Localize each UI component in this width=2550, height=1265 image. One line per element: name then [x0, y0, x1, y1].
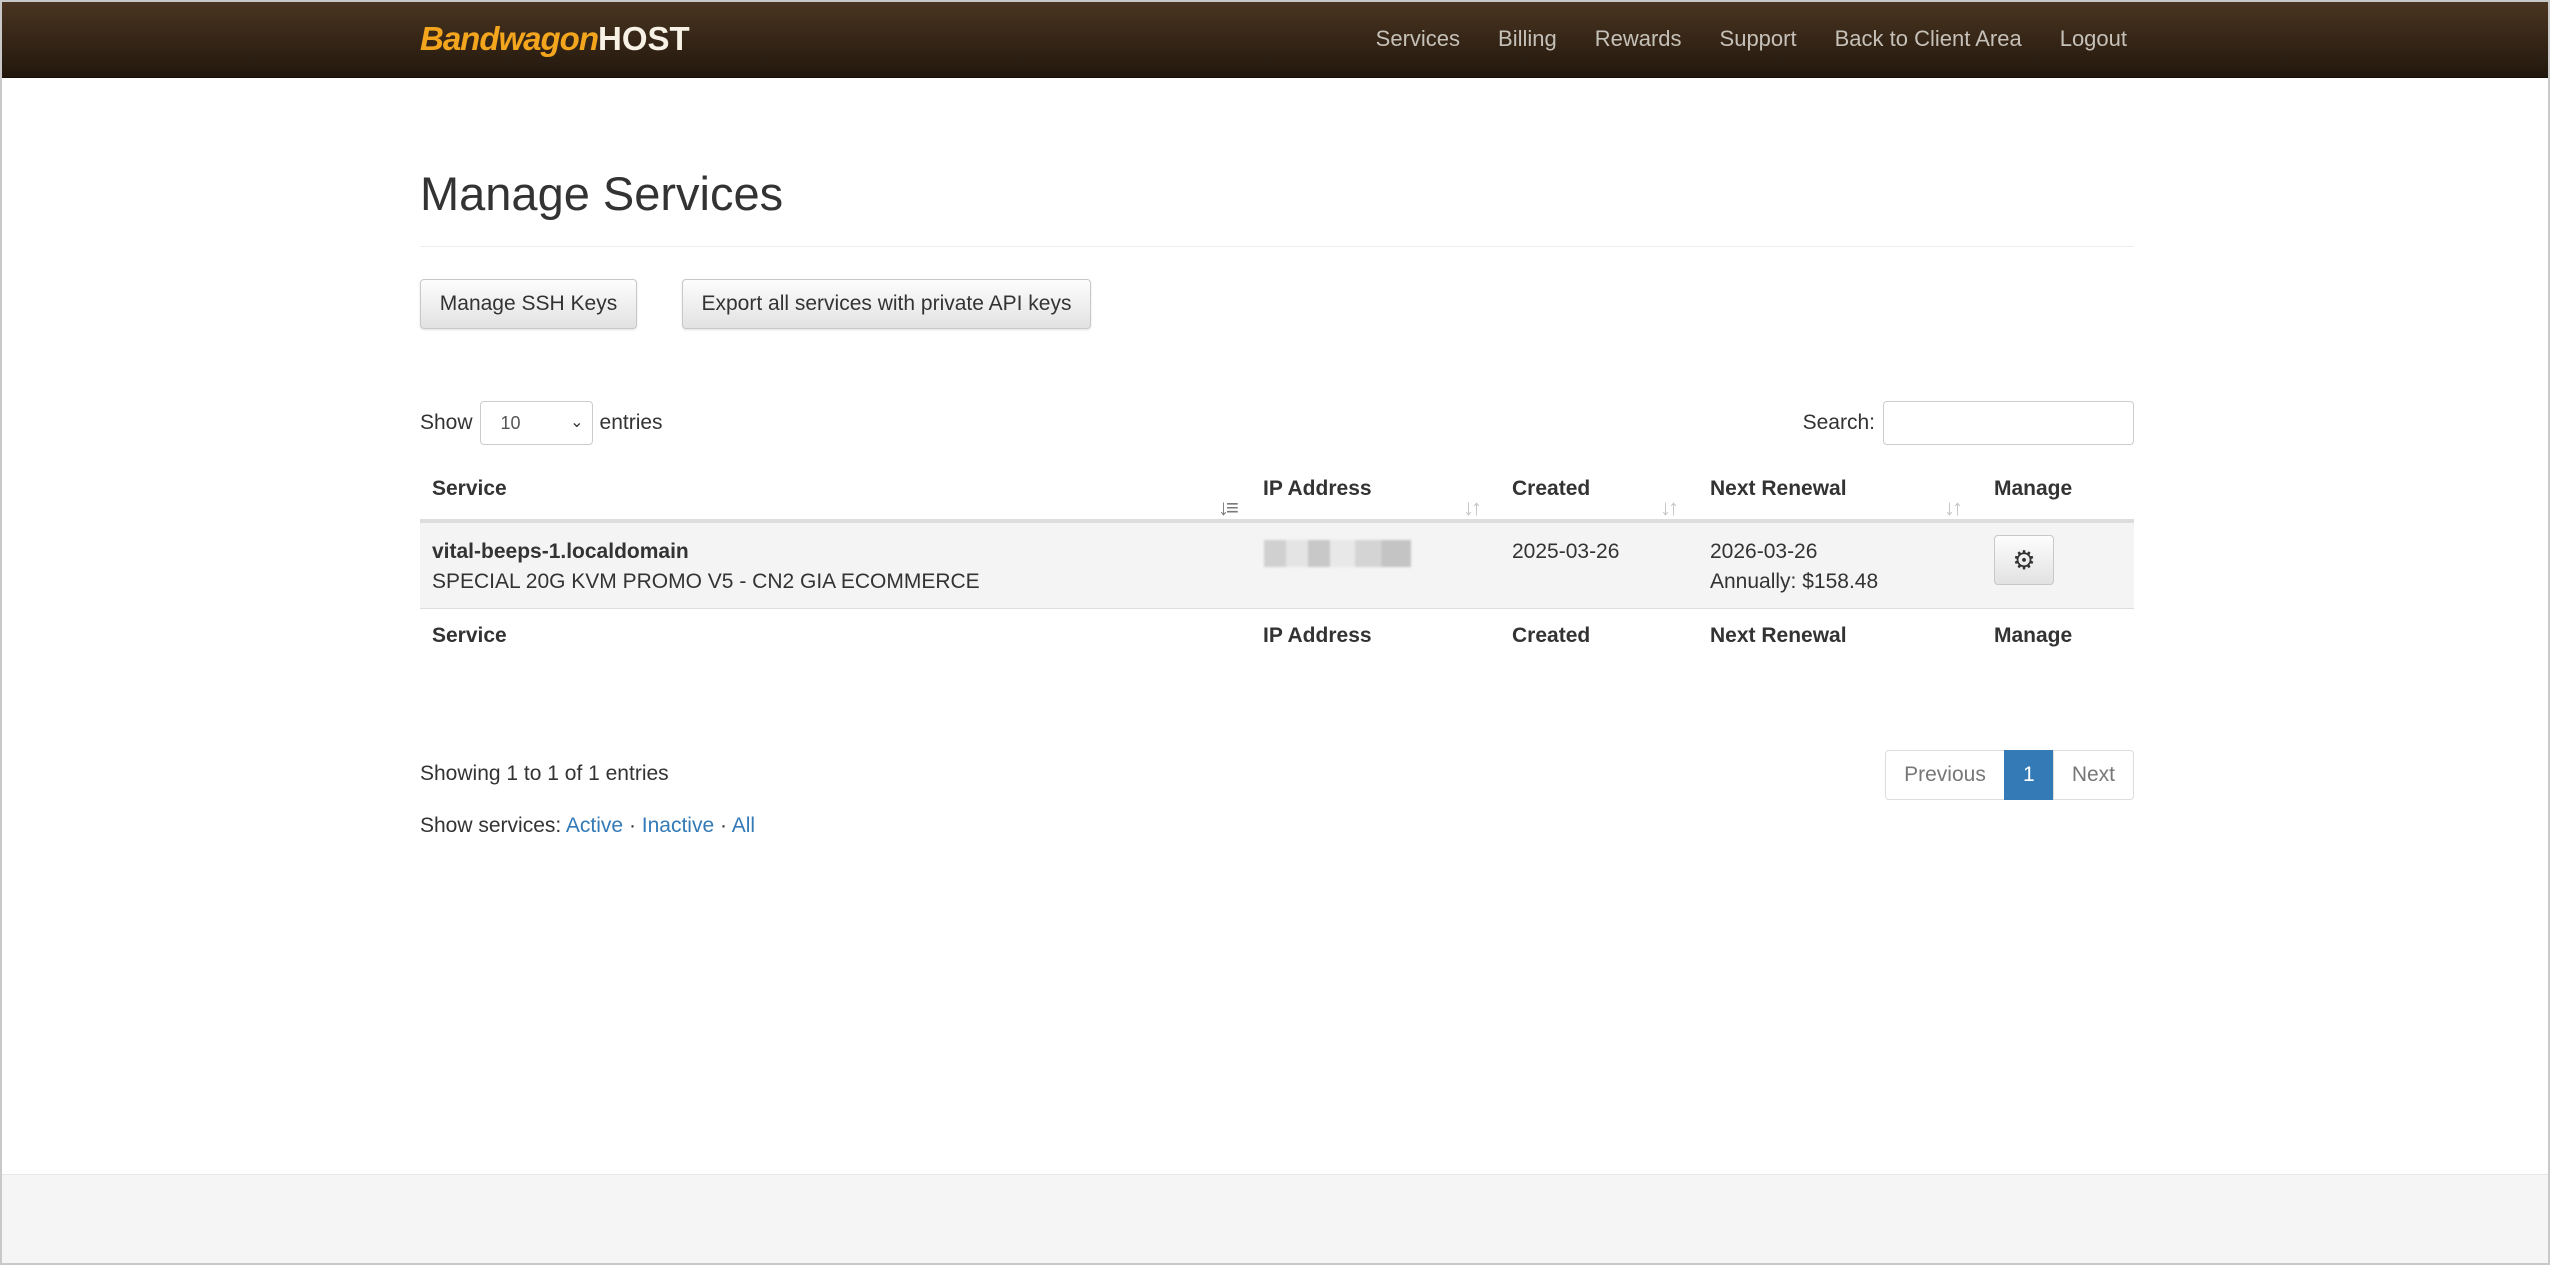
- filter-label: Show services:: [420, 814, 562, 837]
- brand-logo[interactable]: BandwagonHOST: [420, 19, 690, 59]
- service-name-link[interactable]: vital-beeps-1.localdomain: [432, 537, 980, 567]
- services-table: Service ↓≡ IP Address ↓↑ Created ↓↑ Next…: [420, 457, 2134, 663]
- page-length-select[interactable]: 10 ⌄: [479, 401, 593, 445]
- previous-page-button[interactable]: Previous: [1885, 750, 2005, 800]
- column-header-manage: Manage: [1982, 457, 2134, 519]
- brand-logo-part1: Bandwagon: [420, 20, 599, 57]
- column-header-label: Next Renewal: [1710, 477, 1847, 500]
- nav-rewards[interactable]: Rewards: [1576, 2, 1701, 78]
- nav-services[interactable]: Services: [1357, 2, 1479, 78]
- filter-inactive-link[interactable]: Inactive: [642, 814, 714, 837]
- column-header-ip-address[interactable]: IP Address ↓↑: [1251, 457, 1500, 520]
- table-info: Showing 1 to 1 of 1 entries: [420, 762, 669, 785]
- service-cell: vital-beeps-1.localdomain SPECIAL 20G KV…: [420, 537, 980, 597]
- service-plan: SPECIAL 20G KVM PROMO V5 - CN2 GIA ECOMM…: [432, 570, 980, 593]
- nav-links: Services Billing Rewards Support Back to…: [1357, 2, 2548, 78]
- page-1-button[interactable]: 1: [2003, 750, 2054, 800]
- page-length-control: Show 10 ⌄ entries: [420, 401, 663, 445]
- column-header-next-renewal[interactable]: Next Renewal ↓↑: [1698, 457, 1982, 520]
- nav-back-to-client-area[interactable]: Back to Client Area: [1816, 2, 2041, 78]
- footer-column-service: Service: [432, 624, 507, 647]
- filter-separator: ·: [720, 814, 727, 837]
- filter-active-link[interactable]: Active: [566, 814, 623, 837]
- footer-column-next-renewal: Next Renewal: [1710, 624, 1847, 647]
- column-header-label: Created: [1512, 477, 1591, 500]
- manage-gear-button[interactable]: ⚙: [1994, 535, 2054, 585]
- search-label: Search:: [1802, 411, 1875, 434]
- filter-separator: ·: [628, 814, 636, 837]
- next-renewal-price: Annually: $158.48: [1710, 570, 1879, 593]
- table-footer: Service IP Address Created Next Renewal …: [420, 609, 2134, 663]
- footer-column-ip-address: IP Address: [1263, 624, 1372, 647]
- footer-column-created: Created: [1512, 624, 1591, 647]
- search-input[interactable]: [1883, 401, 2134, 445]
- created-cell: 2025-03-26: [1512, 540, 1620, 563]
- table-header: Service ↓≡ IP Address ↓↑ Created ↓↑ Next…: [420, 457, 2134, 523]
- service-filter: Show services: Active · Inactive · All: [420, 811, 755, 841]
- next-renewal-date: 2026-03-26: [1710, 540, 1818, 563]
- page-footer: [2, 1174, 2548, 1263]
- next-page-button[interactable]: Next: [2052, 750, 2134, 800]
- show-label: Show: [420, 411, 473, 434]
- title-divider: [420, 246, 2134, 247]
- page-title: Manage Services: [420, 167, 784, 220]
- manage-ssh-keys-button[interactable]: Manage SSH Keys: [420, 279, 637, 329]
- page-length-value: 10: [500, 413, 521, 433]
- gear-icon: ⚙: [2012, 545, 2036, 575]
- column-header-label: Manage: [1994, 477, 2073, 500]
- column-header-label: Service: [432, 477, 507, 500]
- filter-all-link[interactable]: All: [732, 814, 755, 837]
- brand-logo-part2: HOST: [598, 20, 690, 57]
- column-header-created[interactable]: Created ↓↑: [1500, 457, 1698, 520]
- next-renewal-cell: 2026-03-26 Annually: $158.48: [1698, 537, 1878, 597]
- ip-address-redacted: [1264, 540, 1411, 567]
- entries-label: entries: [599, 411, 663, 434]
- nav-support[interactable]: Support: [1701, 2, 1816, 78]
- footer-column-manage: Manage: [1994, 624, 2073, 647]
- browser-viewport: BandwagonHOST Services Billing Rewards S…: [0, 0, 2550, 1265]
- search-control: Search:: [1803, 401, 2134, 445]
- top-navbar: BandwagonHOST Services Billing Rewards S…: [2, 2, 2548, 78]
- column-header-service[interactable]: Service ↓≡: [420, 457, 1251, 520]
- nav-billing[interactable]: Billing: [1479, 2, 1576, 78]
- chevron-down-icon: ⌄: [570, 414, 584, 431]
- pagination: Previous 1 Next: [1885, 750, 2134, 800]
- table-row: vital-beeps-1.localdomain SPECIAL 20G KV…: [420, 523, 2134, 609]
- export-services-button[interactable]: Export all services with private API key…: [682, 279, 1091, 329]
- column-header-label: IP Address: [1263, 477, 1372, 500]
- nav-logout[interactable]: Logout: [2041, 2, 2146, 78]
